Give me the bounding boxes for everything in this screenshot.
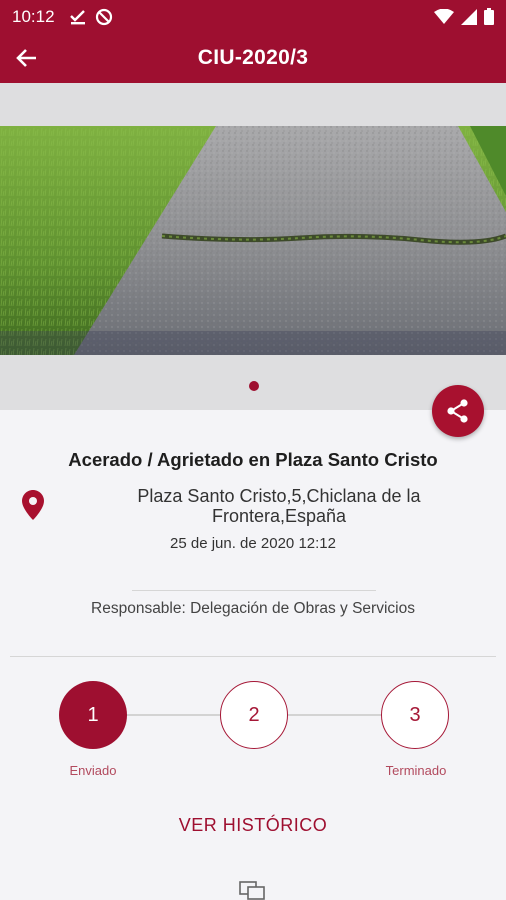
status-time: 10:12 xyxy=(12,6,55,26)
incident-title: Acerado / Agrietado en Plaza Santo Crist… xyxy=(68,449,438,470)
status-bar: 10:12 xyxy=(0,0,506,33)
incident-photo[interactable] xyxy=(0,126,506,355)
step-3-label: Terminado xyxy=(385,763,447,778)
signal-icon xyxy=(461,8,477,25)
share-icon xyxy=(447,399,468,423)
responsible-department: Responsable: Delegación de Obras y Servi… xyxy=(91,600,415,617)
sidewalk-crack-image xyxy=(0,126,506,355)
step-3-number: 3 xyxy=(409,703,421,726)
step-3-circle: 3 xyxy=(381,681,449,749)
back-button[interactable] xyxy=(8,39,46,77)
step-1-number: 1 xyxy=(87,703,99,726)
app-bar: CIU-2020/3 xyxy=(0,33,506,83)
pager-dot-active[interactable] xyxy=(249,381,259,391)
step-2-number: 2 xyxy=(248,703,260,726)
blocked-icon xyxy=(95,8,112,25)
download-done-icon xyxy=(69,9,85,24)
step-1-circle: 1 xyxy=(59,681,127,749)
divider xyxy=(10,656,496,657)
step-2-circle: 2 xyxy=(220,681,288,749)
map-icon[interactable] xyxy=(239,880,267,900)
incident-address: Plaza Santo Cristo,5,Chiclana de la Fron… xyxy=(137,486,421,526)
battery-icon xyxy=(484,8,494,25)
share-button[interactable] xyxy=(432,385,484,437)
image-carousel-top xyxy=(0,83,506,126)
divider xyxy=(132,590,376,591)
carousel-pager xyxy=(0,355,506,410)
page-title: CIU-2020/3 xyxy=(197,46,309,69)
incident-date: 25 de jun. de 2020 12:12 xyxy=(170,535,336,552)
view-history-button[interactable]: VER HISTÓRICO xyxy=(0,815,506,836)
location-pin-icon xyxy=(22,490,44,520)
wifi-icon xyxy=(434,8,454,24)
back-arrow-icon xyxy=(16,49,36,67)
step-1-label: Enviado xyxy=(69,763,117,778)
